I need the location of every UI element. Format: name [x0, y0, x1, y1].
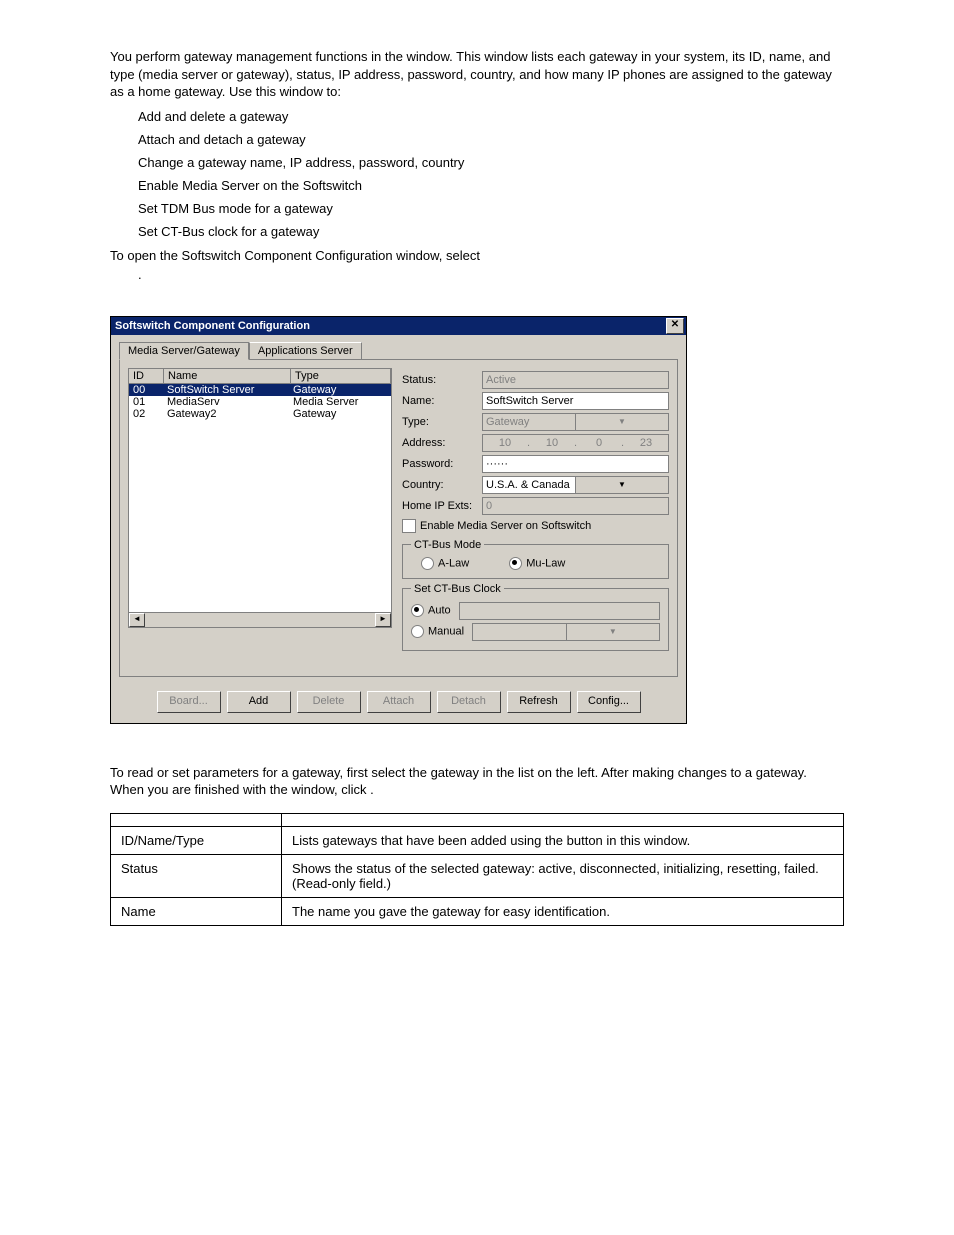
tab-applications-server[interactable]: Applications Server	[249, 342, 362, 360]
after-paragraph: To read or set parameters for a gateway,…	[110, 764, 844, 799]
type-select: Gateway▼	[482, 413, 669, 431]
attach-button[interactable]: Attach	[367, 691, 431, 713]
password-label: Password:	[402, 458, 482, 470]
ctbus-mode-group: CT-Bus Mode A-Law Mu-Law	[402, 539, 669, 579]
name-label: Name:	[402, 395, 482, 407]
open-window-text: To open the Softswitch Component Configu…	[110, 247, 844, 265]
bullet-item: Attach and detach a gateway	[138, 132, 844, 147]
bullet-item: Set TDM Bus mode for a gateway	[138, 201, 844, 216]
refresh-button[interactable]: Refresh	[507, 691, 571, 713]
intro-paragraph: You perform gateway management functions…	[110, 48, 844, 101]
board-button[interactable]: Board...	[157, 691, 221, 713]
config-button[interactable]: Config...	[577, 691, 641, 713]
detach-button[interactable]: Detach	[437, 691, 501, 713]
scroll-right-icon[interactable]: ►	[375, 613, 391, 627]
password-input[interactable]: ······	[482, 455, 669, 473]
bullet-item: Enable Media Server on the Softswitch	[138, 178, 844, 193]
enable-media-server-label: Enable Media Server on Softswitch	[420, 520, 591, 532]
list-row[interactable]: 00 SoftSwitch Server Gateway	[129, 384, 391, 396]
chevron-down-icon: ▼	[566, 624, 659, 640]
type-label: Type:	[402, 416, 482, 428]
table-row: NameThe name you gave the gateway for ea…	[111, 897, 844, 925]
name-input[interactable]: SoftSwitch Server	[482, 392, 669, 410]
delete-button[interactable]: Delete	[297, 691, 361, 713]
bullet-item: Set CT-Bus clock for a gateway	[138, 224, 844, 239]
close-icon[interactable]: ✕	[666, 318, 684, 334]
chevron-down-icon: ▼	[575, 414, 668, 430]
col-header-type[interactable]: Type	[291, 369, 391, 383]
mulaw-radio[interactable]: Mu-Law	[509, 557, 565, 570]
manual-radio[interactable]: Manual	[411, 625, 464, 638]
dialog-titlebar: Softswitch Component Configuration ✕	[111, 317, 686, 335]
ctbus-clock-group: Set CT-Bus Clock Auto Manual ▼	[402, 583, 669, 651]
country-select[interactable]: U.S.A. & Canada▼	[482, 476, 669, 494]
config-dialog: Softswitch Component Configuration ✕ Med…	[110, 316, 687, 724]
list-hscrollbar[interactable]: ◄ ►	[129, 612, 391, 627]
status-label: Status:	[402, 374, 482, 386]
list-row[interactable]: 01 MediaServ Media Server	[129, 396, 391, 408]
open-window-dot: .	[110, 266, 844, 284]
table-header-row	[111, 813, 844, 826]
auto-radio[interactable]: Auto	[411, 604, 451, 617]
homeip-label: Home IP Exts:	[402, 500, 482, 512]
country-label: Country:	[402, 479, 482, 491]
parameter-table: ID/Name/TypeLists gateways that have bee…	[110, 813, 844, 926]
auto-clock-field	[459, 602, 660, 620]
bullet-item: Change a gateway name, IP address, passw…	[138, 155, 844, 170]
homeip-field: 0	[482, 497, 669, 515]
table-row: ID/Name/TypeLists gateways that have bee…	[111, 826, 844, 854]
scroll-left-icon[interactable]: ◄	[129, 613, 145, 627]
col-header-id[interactable]: ID	[129, 369, 164, 383]
tab-media-server-gateway[interactable]: Media Server/Gateway	[119, 342, 249, 360]
col-header-name[interactable]: Name	[164, 369, 291, 383]
dialog-title: Softswitch Component Configuration	[115, 320, 310, 332]
chevron-down-icon[interactable]: ▼	[575, 477, 668, 493]
manual-clock-select: ▼	[472, 623, 660, 641]
bullet-item: Add and delete a gateway	[138, 109, 844, 124]
table-row: StatusShows the status of the selected g…	[111, 854, 844, 897]
address-field: 10. 10. 0. 23	[482, 434, 669, 452]
address-label: Address:	[402, 437, 482, 449]
alaw-radio[interactable]: A-Law	[421, 557, 469, 570]
intro-bullet-list: Add and delete a gateway Attach and deta…	[110, 109, 844, 239]
add-button[interactable]: Add	[227, 691, 291, 713]
gateway-listview[interactable]: ID Name Type 00 SoftSwitch Server Gatewa…	[128, 368, 392, 628]
list-row[interactable]: 02 Gateway2 Gateway	[129, 408, 391, 420]
enable-media-server-checkbox[interactable]	[402, 519, 416, 533]
status-field: Active	[482, 371, 669, 389]
